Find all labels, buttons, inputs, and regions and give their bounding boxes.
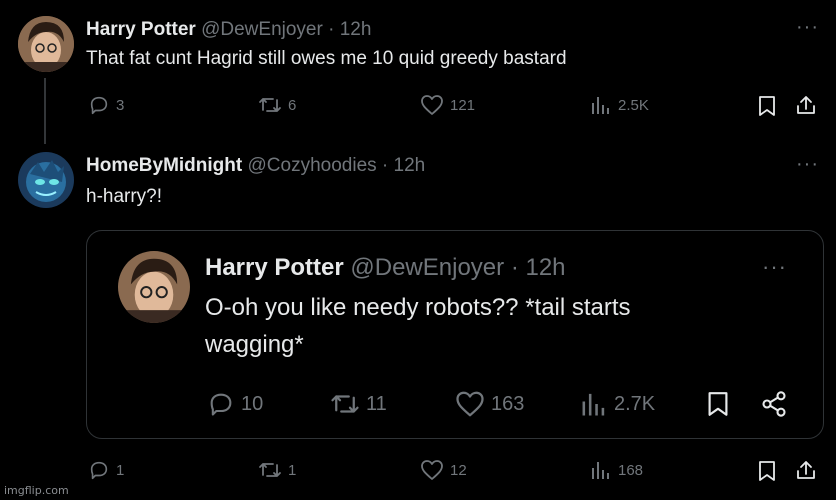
tweet1-timestamp[interactable]: · 12h: [328, 19, 371, 40]
tweet1-reply-count: 3: [116, 96, 125, 114]
quote-handle[interactable]: @DewEnjoyer: [350, 254, 504, 281]
tweet2-text: h-harry?!: [86, 186, 163, 207]
tweet2-like-count: 12: [450, 461, 467, 479]
avatar-quoted-harry-potter[interactable]: [118, 251, 190, 323]
quote-share-icon[interactable]: [760, 390, 788, 423]
tweet2-bookmark-icon[interactable]: [757, 460, 777, 487]
reply-icon: [90, 96, 108, 115]
tweet2-header: HomeByMidnight @Cozyhoodies · 12h: [86, 155, 425, 177]
quote-like-count: 163: [491, 392, 525, 415]
tweet1-reply-button[interactable]: 3: [88, 94, 124, 116]
tweet1-author-name[interactable]: Harry Potter: [86, 19, 196, 40]
quote-bookmark-icon[interactable]: [706, 390, 730, 423]
tweet2-share-icon[interactable]: [795, 459, 817, 486]
tweet1-share-icon[interactable]: [795, 94, 817, 121]
tweet2-author-name[interactable]: HomeByMidnight: [86, 155, 242, 176]
tweet1-like-count: 121: [450, 96, 476, 114]
quote-author-name[interactable]: Harry Potter: [205, 254, 344, 281]
tweet1-repost-count: 6: [288, 96, 297, 114]
quote-text-line-2: wagging*: [205, 331, 304, 358]
heart-icon: [421, 95, 443, 115]
tweet1-like-button[interactable]: 121: [420, 94, 475, 116]
tweet1-view-count: 2.5K: [618, 96, 649, 114]
tweet1-views-button[interactable]: 2.5K: [590, 94, 649, 116]
tweet1-repost-button[interactable]: 6: [258, 94, 296, 116]
tweet2-repost-button[interactable]: 1: [258, 459, 296, 481]
heart-icon: [456, 391, 484, 417]
tweet2-reply-button[interactable]: 1: [88, 459, 124, 481]
avatar-homebymidnight[interactable]: [18, 152, 74, 208]
quote-views-button[interactable]: 2.7K: [580, 390, 655, 418]
imgflip-watermark: imgflip.com: [4, 484, 69, 497]
tweet1-handle[interactable]: @DewEnjoyer: [201, 19, 323, 40]
quote-more-icon[interactable]: ···: [762, 254, 787, 280]
repost-icon: [259, 98, 281, 112]
quote-repost-count: 11: [366, 392, 387, 415]
heart-icon: [421, 460, 443, 480]
tweet2-timestamp[interactable]: · 12h: [382, 155, 425, 176]
views-icon: [592, 97, 609, 114]
quote-reply-count: 10: [241, 392, 264, 415]
tweet2-views-button[interactable]: 168: [590, 459, 643, 481]
tweet2-repost-count: 1: [288, 461, 297, 479]
tweet1-text: That fat cunt Hagrid still owes me 10 qu…: [86, 48, 567, 69]
quote-timestamp[interactable]: · 12h: [511, 254, 566, 281]
avatar-harry-potter[interactable]: [18, 16, 74, 72]
thread-connector-line: [44, 78, 46, 144]
quote-like-button[interactable]: 163: [455, 390, 524, 418]
reply-icon: [90, 461, 108, 480]
tweet1-bookmark-icon[interactable]: [757, 95, 777, 122]
tweet1-header: Harry Potter @DewEnjoyer · 12h: [86, 19, 371, 41]
tweet2-like-button[interactable]: 12: [420, 459, 467, 481]
tweet1-more-icon[interactable]: ···: [796, 16, 819, 39]
repost-icon: [331, 395, 359, 413]
views-icon: [582, 393, 605, 416]
tweet2-more-icon[interactable]: ···: [796, 153, 819, 176]
views-icon: [592, 462, 609, 479]
quote-view-count: 2.7K: [614, 392, 656, 415]
quote-reply-button[interactable]: 10: [207, 390, 263, 418]
quote-header: Harry Potter @DewEnjoyer · 12h: [205, 254, 566, 282]
tweet2-reply-count: 1: [116, 461, 125, 479]
tweet2-view-count: 168: [618, 461, 644, 479]
repost-icon: [259, 463, 281, 477]
quote-text-line-1: O-oh you like needy robots?? *tail start…: [205, 294, 631, 321]
reply-icon: [210, 393, 232, 416]
tweet2-handle[interactable]: @Cozyhoodies: [248, 155, 377, 176]
quote-repost-button[interactable]: 11: [330, 390, 387, 418]
